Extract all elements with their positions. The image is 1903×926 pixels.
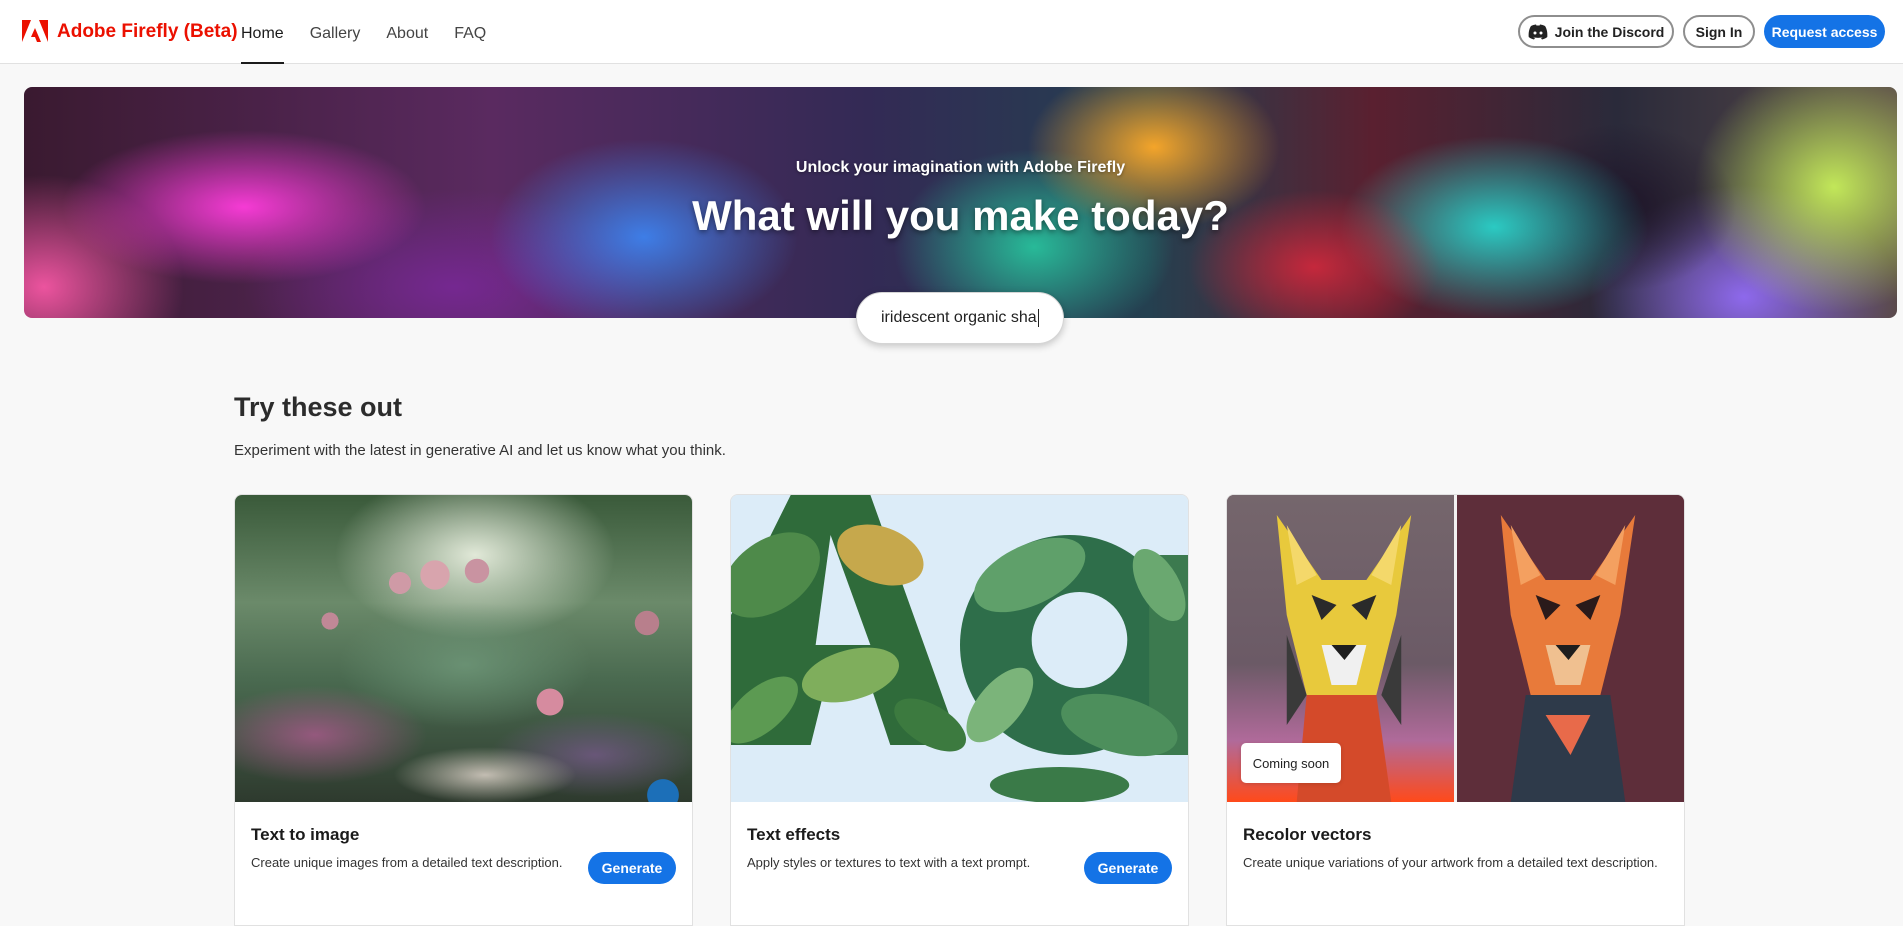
coming-soon-badge: Coming soon	[1241, 743, 1341, 783]
card-title: Text effects	[747, 825, 841, 844]
prompt-input[interactable]: iridescent organic sha	[856, 292, 1064, 344]
discord-icon	[1528, 24, 1548, 39]
adobe-logo-icon	[22, 20, 48, 42]
text-caret	[1037, 309, 1039, 327]
nav-home[interactable]: Home	[241, 0, 284, 64]
section-title: Try these out	[234, 392, 403, 422]
card-description: Apply styles or textures to text with a …	[747, 855, 1031, 870]
brand[interactable]: Adobe Firefly (Beta)	[22, 20, 238, 44]
fantasy-garden-image	[235, 495, 692, 802]
generate-button[interactable]: Generate	[588, 852, 676, 884]
hero-subtitle: Unlock your imagination with Adobe Firef…	[795, 159, 1126, 176]
prompt-text: iridescent organic sha	[881, 309, 1037, 326]
section-description: Experiment with the latest in generative…	[234, 442, 726, 459]
nav-about[interactable]: About	[386, 0, 428, 64]
top-navigation-bar: Adobe Firefly (Beta) Home Gallery About …	[0, 0, 1903, 64]
card-title: Recolor vectors	[1243, 825, 1372, 844]
hero-banner: Unlock your imagination with Adobe Firef…	[24, 87, 1897, 318]
generate-button[interactable]: Generate	[1084, 852, 1172, 884]
join-discord-button[interactable]: Join the Discord	[1518, 15, 1674, 48]
leaf-letters-image	[731, 495, 1188, 803]
sign-in-button[interactable]: Sign In	[1683, 15, 1755, 48]
request-access-button[interactable]: Request access	[1764, 15, 1885, 48]
leaf-letters-illustration	[731, 495, 1188, 803]
nav-faq[interactable]: FAQ	[454, 0, 486, 64]
brand-name: Adobe Firefly (Beta)	[57, 21, 238, 42]
card-recolor-vectors[interactable]: Coming soon Recolor vectors Create uniqu…	[1226, 494, 1685, 926]
card-title: Text to image	[251, 825, 360, 844]
card-description: Create unique variations of your artwork…	[1243, 855, 1658, 870]
hero-title: What will you make today?	[692, 192, 1229, 239]
main-nav: Home Gallery About FAQ	[241, 0, 486, 64]
header-actions: Join the Discord Sign In Request access	[1518, 15, 1885, 48]
card-description: Create unique images from a detailed tex…	[251, 855, 563, 870]
join-discord-label: Join the Discord	[1554, 23, 1665, 40]
card-text-effects[interactable]: Text effects Apply styles or textures to…	[730, 494, 1189, 926]
nav-gallery[interactable]: Gallery	[310, 0, 361, 64]
card-text-to-image[interactable]: Text to image Create unique images from …	[234, 494, 693, 926]
